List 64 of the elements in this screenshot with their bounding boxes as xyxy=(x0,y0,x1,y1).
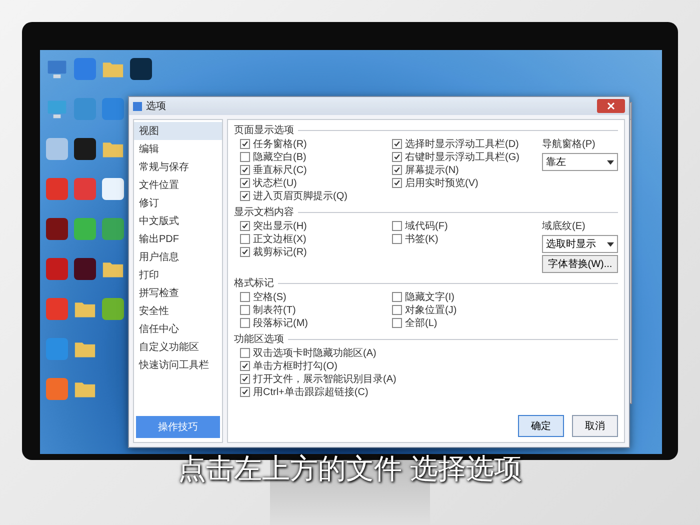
app-icon[interactable] xyxy=(74,258,96,280)
app-icon xyxy=(133,102,142,110)
checkbox[interactable]: 隐藏文字(I) xyxy=(392,290,542,303)
checkbox[interactable]: 双击选项卡时隐藏功能区(A) xyxy=(240,346,392,359)
dropdown[interactable]: 靠左 xyxy=(542,153,618,171)
close-icon[interactable] xyxy=(597,99,625,113)
app-icon[interactable] xyxy=(46,218,68,240)
section-heading: 格式标记 xyxy=(234,276,274,290)
sidebar-item[interactable]: 输出PDF xyxy=(134,230,222,248)
sidebar-item[interactable]: 拼写检查 xyxy=(134,284,222,302)
checkbox[interactable]: 屏幕提示(N) xyxy=(392,163,542,176)
caret-icon xyxy=(607,160,614,164)
dropdown[interactable]: 选取时显示 xyxy=(542,235,618,253)
checkbox[interactable]: 书签(K) xyxy=(392,232,542,245)
check-icon xyxy=(241,140,249,148)
section-heading: 功能区选项 xyxy=(234,332,284,346)
checkbox[interactable]: 对象位置(J) xyxy=(392,303,542,316)
checkbox[interactable]: 右键时显示浮动工具栏(G) xyxy=(392,150,542,163)
sidebar-item[interactable]: 中文版式 xyxy=(134,212,222,230)
app-icon[interactable] xyxy=(130,58,152,80)
dialog-button[interactable]: 确定 xyxy=(518,415,564,437)
app-icon[interactable] xyxy=(74,138,96,160)
checkbox[interactable]: 用Ctrl+单击跟踪超链接(C) xyxy=(240,385,392,398)
font-substitution-button[interactable]: 字体替换(W)... xyxy=(542,255,618,273)
checkbox[interactable]: 单击方框时打勾(O) xyxy=(240,359,392,372)
checkbox[interactable]: 正文边框(X) xyxy=(240,232,392,245)
checkbox[interactable]: 制表符(T) xyxy=(240,303,392,316)
computer-icon[interactable] xyxy=(46,58,68,80)
checkbox[interactable]: 突出显示(H) xyxy=(240,219,392,232)
checkbox[interactable]: 选择时显示浮动工具栏(D) xyxy=(392,137,542,150)
dialog-button[interactable]: 取消 xyxy=(572,415,618,437)
checkbox[interactable]: 启用实时预览(V) xyxy=(392,176,542,189)
check-icon xyxy=(241,222,249,230)
sidebar-item[interactable]: 打印 xyxy=(134,266,222,284)
sidebar-item[interactable]: 用户信息 xyxy=(134,248,222,266)
field-label: 域底纹(E) xyxy=(542,220,586,233)
sidebar-item[interactable]: 快速访问工具栏 xyxy=(134,356,222,374)
field-label: 导航窗格(P) xyxy=(542,138,596,151)
checkbox[interactable]: 任务窗格(R) xyxy=(240,137,392,150)
section-heading: 页面显示选项 xyxy=(234,124,294,137)
app-icon[interactable] xyxy=(102,178,124,200)
sidebar-item[interactable]: 视图 xyxy=(134,122,222,140)
app-icon[interactable] xyxy=(102,298,124,320)
check-icon xyxy=(241,248,249,256)
sidebar-item[interactable]: 自定义功能区 xyxy=(134,338,222,356)
checkbox[interactable]: 段落标记(M) xyxy=(240,316,392,329)
sidebar-item[interactable]: 信任中心 xyxy=(134,320,222,338)
checkbox[interactable]: 裁剪标记(R) xyxy=(240,245,392,258)
caret-icon xyxy=(607,242,614,246)
checkbox[interactable]: 隐藏空白(B) xyxy=(240,150,392,163)
checkbox[interactable]: 域代码(F) xyxy=(392,219,542,232)
sidebar-item[interactable]: 安全性 xyxy=(134,302,222,320)
computer-icon[interactable] xyxy=(46,98,68,120)
checkbox[interactable]: 进入页眉页脚提示(Q) xyxy=(240,189,392,202)
section-heading: 显示文档内容 xyxy=(234,206,294,219)
checkbox[interactable]: 空格(S) xyxy=(240,290,392,303)
sidebar-item[interactable]: 文件位置 xyxy=(134,176,222,194)
checkbox[interactable]: 垂直标尺(C) xyxy=(240,163,392,176)
sidebar-item[interactable]: 修订 xyxy=(134,194,222,212)
checkbox[interactable]: 全部(L) xyxy=(392,316,542,329)
sidebar-item[interactable]: 编辑 xyxy=(134,140,222,158)
sidebar-item[interactable]: 常规与保存 xyxy=(134,158,222,176)
window-title: 选项 xyxy=(146,100,166,113)
checkbox[interactable]: 状态栏(U) xyxy=(240,176,392,189)
